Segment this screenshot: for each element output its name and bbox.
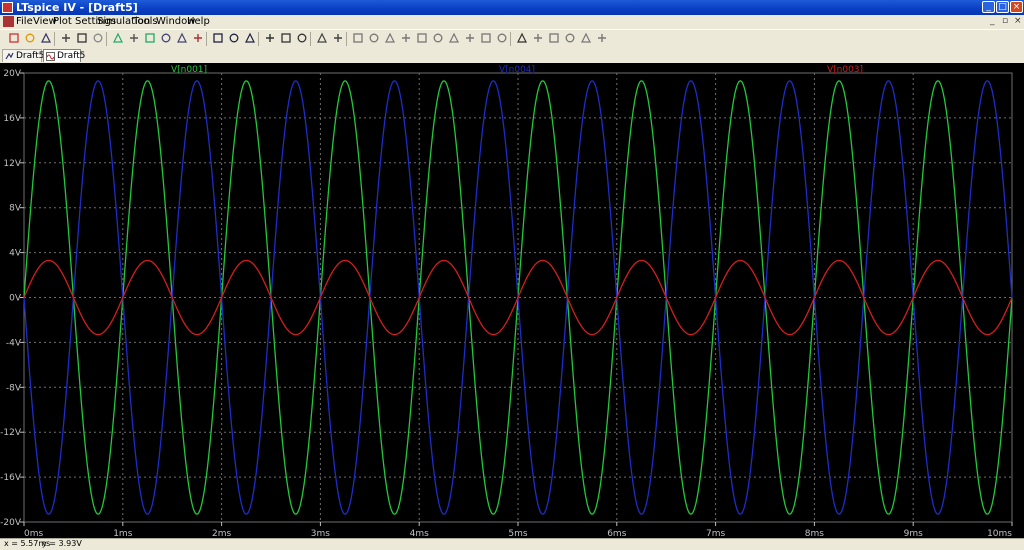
x-tick-label: 3ms: [311, 529, 330, 538]
toolbar-separator: [258, 32, 259, 46]
diode-icon[interactable]: [448, 32, 460, 44]
rotate-icon[interactable]: [548, 32, 560, 44]
zoom-out-icon[interactable]: [144, 32, 156, 44]
open-icon[interactable]: [24, 32, 36, 44]
legend-label[interactable]: V[n003]: [827, 65, 863, 75]
toolbar: [0, 29, 1024, 49]
x-tick-label: 0ms: [24, 529, 43, 538]
pan-icon[interactable]: [128, 32, 140, 44]
status-bar: x = 5.57ms y = 3.93V: [0, 538, 1024, 550]
zoom-in-icon[interactable]: [112, 32, 124, 44]
x-tick-label: 10ms: [987, 529, 1012, 538]
schematic-icon: [5, 52, 14, 60]
find-icon[interactable]: [296, 32, 308, 44]
toolbar-separator: [206, 32, 207, 46]
undo-icon[interactable]: [516, 32, 528, 44]
drag-icon[interactable]: [496, 32, 508, 44]
y-tick-label: -20V: [0, 518, 22, 528]
menu-tools[interactable]: Tools: [133, 16, 158, 28]
document-tab-bar: Draft5 Draft5: [0, 48, 1024, 64]
y-tick-label: -8V: [6, 383, 22, 393]
close-button[interactable]: ×: [1010, 1, 1023, 13]
toolbar-separator: [346, 32, 347, 46]
new-schematic-icon[interactable]: [8, 32, 20, 44]
mirror-icon[interactable]: [564, 32, 576, 44]
inductor-icon[interactable]: [432, 32, 444, 44]
capacitor-icon[interactable]: [416, 32, 428, 44]
ground-icon[interactable]: [368, 32, 380, 44]
menu-bar: File View Plot Settings Simulation Tools…: [0, 15, 1024, 29]
x-tick-label: 9ms: [904, 529, 923, 538]
waveform-chart[interactable]: 0ms 1ms 2ms 3ms 4ms 5ms 6ms 7ms 8ms 9ms 10ms 20V 16V…: [0, 63, 1024, 539]
legend-label[interactable]: V[n001]: [171, 65, 207, 75]
mdi-minimize-button[interactable]: _: [990, 16, 995, 26]
move-icon[interactable]: [480, 32, 492, 44]
y-tick-label: 20V: [3, 69, 21, 79]
tile-vertical-icon[interactable]: [228, 32, 240, 44]
cascade-icon[interactable]: [244, 32, 256, 44]
menu-help[interactable]: Help: [187, 16, 210, 28]
mdi-restore-button[interactable]: ▫: [1002, 16, 1008, 26]
window-title: LTspice IV - [Draft5]: [16, 1, 138, 14]
minimize-button[interactable]: _: [982, 1, 995, 13]
y-tick-label: 8V: [9, 204, 22, 214]
x-tick-label: 8ms: [805, 529, 824, 538]
halt-icon[interactable]: [92, 32, 104, 44]
tab-waveform-draft5[interactable]: Draft5: [43, 49, 85, 62]
toolbar-separator: [106, 32, 107, 46]
wire-icon[interactable]: [352, 32, 364, 44]
y-tick-label: -4V: [6, 338, 22, 348]
x-tick-label: 1ms: [113, 529, 132, 538]
waveform-plot-pane[interactable]: 0ms 1ms 2ms 3ms 4ms 5ms 6ms 7ms 8ms 9ms 10ms 20V 16V…: [0, 63, 1024, 539]
save-icon[interactable]: [40, 32, 52, 44]
title-bar: LTspice IV - [Draft5] _ □ ×: [0, 0, 1024, 15]
waveform-icon: [46, 52, 55, 61]
toolbar-separator: [310, 32, 311, 46]
cut-icon[interactable]: [264, 32, 276, 44]
y-tick-label: -16V: [0, 473, 22, 483]
menu-file[interactable]: File: [16, 16, 33, 28]
print-preview-icon[interactable]: [316, 32, 328, 44]
x-tick-label: 5ms: [508, 529, 527, 538]
y-tick-label: 4V: [9, 249, 22, 259]
text-icon[interactable]: [580, 32, 592, 44]
run-icon[interactable]: [76, 32, 88, 44]
x-tick-label: 7ms: [706, 529, 725, 538]
x-tick-label: 4ms: [410, 529, 429, 538]
tab-label: Draft5: [16, 51, 45, 61]
copy-icon[interactable]: [280, 32, 292, 44]
ltspice-app-icon[interactable]: [2, 2, 13, 13]
toolbar-separator: [510, 32, 511, 46]
resistor-icon[interactable]: [400, 32, 412, 44]
y-tick-label: 0V: [9, 294, 22, 304]
control-panel-icon[interactable]: [60, 32, 72, 44]
y-tick-label: -12V: [0, 428, 22, 438]
print-icon[interactable]: [332, 32, 344, 44]
ruler-icon[interactable]: [192, 32, 204, 44]
spice-directive-icon[interactable]: [596, 32, 608, 44]
tab-schematic-draft5[interactable]: Draft5: [2, 49, 45, 62]
tab-label: Draft5: [57, 51, 86, 61]
autorange-icon[interactable]: [176, 32, 188, 44]
document-icon[interactable]: [3, 16, 14, 27]
y-tick-label: 16V: [3, 114, 21, 124]
tile-horizontal-icon[interactable]: [212, 32, 224, 44]
legend-label[interactable]: V[n004]: [499, 65, 535, 75]
component-icon[interactable]: [464, 32, 476, 44]
cursor-y-readout: y = 3.93V: [42, 539, 82, 548]
label-icon[interactable]: [384, 32, 396, 44]
toolbar-separator: [54, 32, 55, 46]
maximize-button[interactable]: □: [996, 1, 1009, 13]
redo-icon[interactable]: [532, 32, 544, 44]
mdi-close-button[interactable]: ×: [1014, 16, 1022, 26]
x-tick-label: 6ms: [607, 529, 626, 538]
zoom-fit-icon[interactable]: [160, 32, 172, 44]
x-tick-label: 2ms: [212, 529, 231, 538]
y-tick-label: 12V: [3, 159, 21, 169]
